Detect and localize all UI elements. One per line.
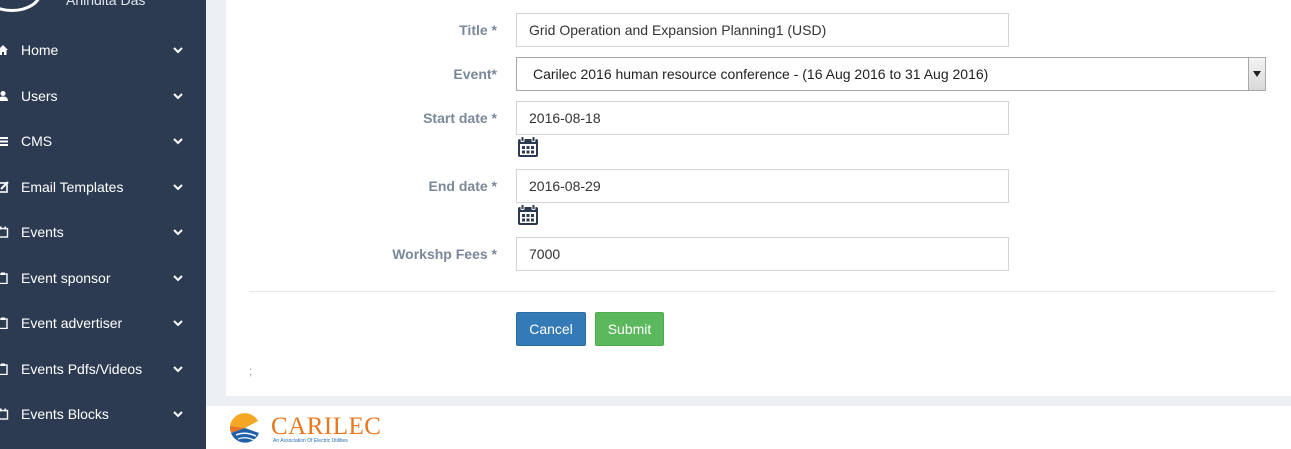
sidebar-item-events-pdfs-videos[interactable]: Events Pdfs/Videos xyxy=(0,346,206,391)
sidebar-item-home[interactable]: Home xyxy=(0,27,206,72)
sidebar-item-label: CMS xyxy=(21,132,53,149)
dropdown-arrow-icon[interactable] xyxy=(1248,58,1265,90)
sidebar-item-label: Events Pdfs/Videos xyxy=(21,360,143,377)
end-date-input[interactable]: 2016-08-29 xyxy=(516,169,1009,203)
submit-button[interactable]: Submit xyxy=(595,312,664,346)
chevron-down-icon xyxy=(173,183,183,190)
chevron-down-icon xyxy=(173,228,183,235)
calendar-icon[interactable] xyxy=(517,204,539,226)
end-date-label: End date * xyxy=(428,178,497,194)
sidebar-item-event-advertiser[interactable]: Event advertiser xyxy=(0,300,206,345)
sidebar-item-event-sponsor[interactable]: Event sponsor xyxy=(0,255,206,300)
title-label: Title * xyxy=(459,22,497,38)
sidebar-item-label: Users xyxy=(21,87,58,104)
fees-label: Workshp Fees * xyxy=(392,246,497,262)
chevron-down-icon xyxy=(173,46,183,53)
start-date-input[interactable]: 2016-08-18 xyxy=(516,101,1009,135)
calendar-icon xyxy=(0,407,10,421)
event-label: Event* xyxy=(453,66,497,82)
logo-tagline: An Association Of Electric Utilities xyxy=(273,438,348,444)
clipboard-icon xyxy=(0,271,10,285)
sidebar-item-events-blocks[interactable]: Events Blocks xyxy=(0,391,206,436)
event-select[interactable]: Carilec 2016 human resource conference -… xyxy=(516,57,1266,91)
cancel-button[interactable]: Cancel xyxy=(516,312,586,346)
sidebar-item-label: Events Blocks xyxy=(21,405,109,422)
form-divider xyxy=(249,291,1276,292)
chevron-down-icon xyxy=(173,410,183,417)
home-icon xyxy=(0,43,10,57)
sidebar-item-cms[interactable]: CMS xyxy=(0,118,206,163)
sidebar-item-email-templates[interactable]: Email Templates xyxy=(0,164,206,209)
sidebar-item-users[interactable]: Users xyxy=(0,73,206,118)
chevron-down-icon xyxy=(173,274,183,281)
user-icon xyxy=(0,89,10,103)
list-icon xyxy=(0,134,10,148)
trailing-text: ; xyxy=(249,364,253,378)
chevron-down-icon xyxy=(173,365,183,372)
carilec-logo-icon xyxy=(229,412,261,444)
avatar[interactable] xyxy=(0,0,42,12)
sidebar-item-label: Home xyxy=(21,41,59,58)
start-date-label: Start date * xyxy=(423,110,497,126)
calendar-icon xyxy=(0,225,10,239)
clipboard-icon xyxy=(0,362,10,376)
sidebar-item-label: Event advertiser xyxy=(21,314,123,331)
user-name: Anindita Das xyxy=(66,0,146,8)
sidebar-item-events[interactable]: Events xyxy=(0,209,206,254)
chevron-down-icon xyxy=(173,319,183,326)
sidebar-item-label: Event sponsor xyxy=(21,269,111,286)
sidebar: Anindita Das Home Users CMS Email Templa… xyxy=(0,0,206,449)
sidebar-item-label: Email Templates xyxy=(21,178,124,195)
logo-text: CARILEC xyxy=(271,413,382,440)
event-select-value: Carilec 2016 human resource conference -… xyxy=(533,66,989,82)
sidebar-item-label: Events xyxy=(21,223,64,240)
fees-input[interactable]: 7000 xyxy=(516,237,1009,271)
calendar-icon[interactable] xyxy=(517,136,539,158)
chevron-down-icon xyxy=(173,137,183,144)
chevron-down-icon xyxy=(173,92,183,99)
title-input[interactable]: Grid Operation and Expansion Planning1 (… xyxy=(516,13,1009,47)
clipboard-icon xyxy=(0,316,10,330)
edit-icon xyxy=(0,180,10,194)
